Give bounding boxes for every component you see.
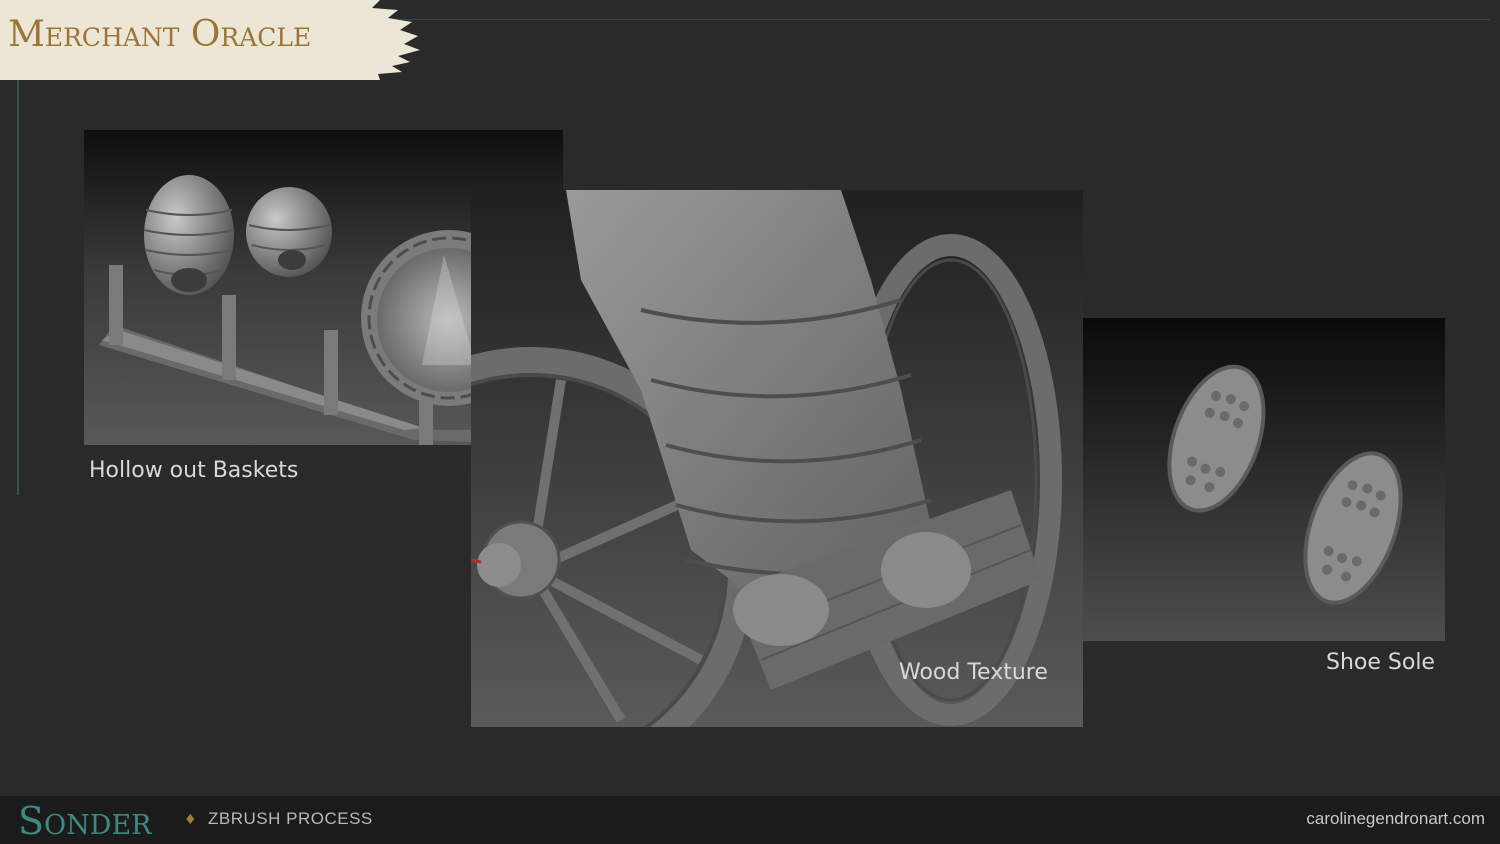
top-accent-line	[400, 19, 1490, 20]
title-banner: Merchant Oracle	[0, 0, 430, 80]
brand-logo: Sonder	[18, 799, 152, 843]
left-accent-line	[17, 75, 19, 495]
caption-hollow-baskets: Hollow out Baskets	[89, 458, 299, 483]
website-link[interactable]: carolinegendronart.com	[1306, 809, 1485, 829]
page-title: Merchant Oracle	[8, 14, 312, 55]
section-label: ZBRUSH PROCESS	[208, 809, 373, 828]
diamond-icon: ♦	[184, 812, 197, 828]
wheelchair-render-image	[471, 190, 1083, 727]
caption-wood-texture: Wood Texture	[899, 660, 1048, 685]
caption-shoe-sole: Shoe Sole	[1326, 650, 1435, 675]
shoe-sole-render-image	[1083, 318, 1445, 641]
